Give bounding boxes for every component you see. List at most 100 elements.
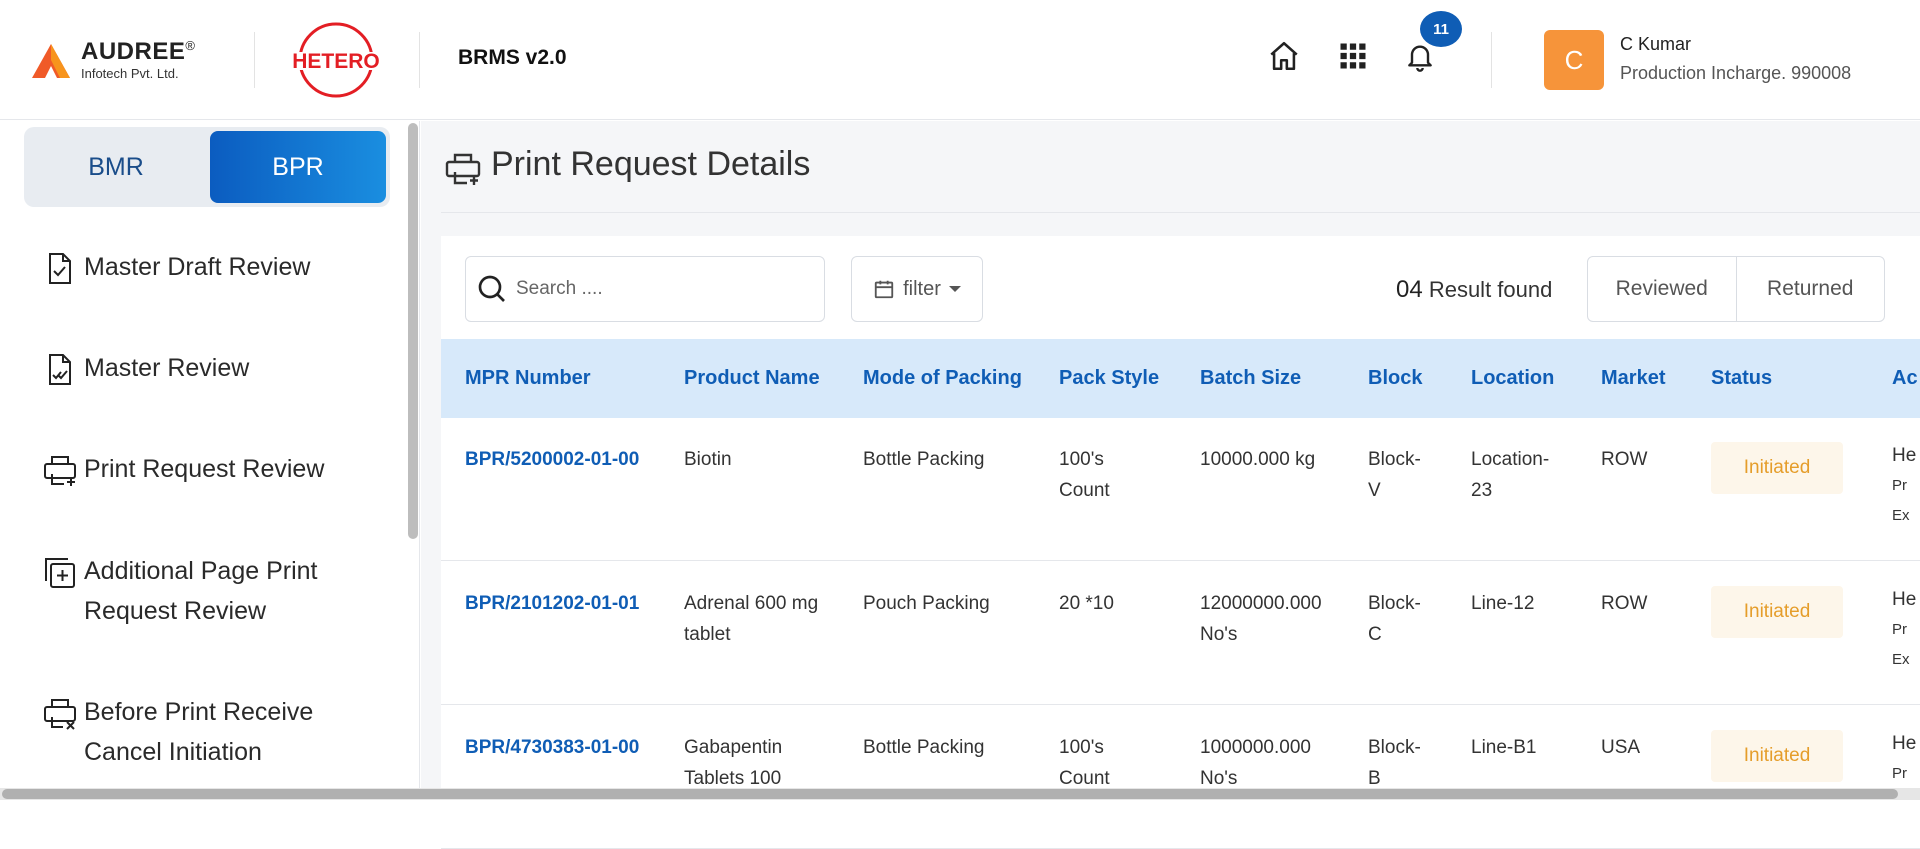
action-text: He: [1892, 589, 1917, 610]
mpr-number-link[interactable]: BPR/2101202-01-01: [465, 588, 639, 619]
sidebar-item-master-review[interactable]: Master Review: [40, 348, 400, 390]
action-text: He: [1892, 445, 1917, 466]
batch-size: 1000000.000 No's: [1200, 737, 1311, 789]
hetero-logo-text: HETERO: [292, 50, 380, 73]
main-content: Print Request Details filter 04 Result f…: [421, 121, 1920, 849]
column-header[interactable]: Pack Style: [1059, 339, 1159, 418]
audree-logo: AUDREE® Infotech Pvt. Ltd.: [30, 36, 230, 86]
product-name: Gabapentin Tablets 100: [684, 737, 783, 789]
product-name: Adrenal 600 mg tablet: [684, 593, 819, 645]
sidebar-item-label: Print Request Review: [84, 455, 325, 483]
pack-style: 20 *10: [1059, 593, 1114, 614]
table-header: MPR Number Product Name Mode of Packing …: [441, 339, 1920, 418]
sidebar-item-additional-page-print-request-review[interactable]: Additional Page Print Request Review: [40, 551, 400, 631]
calendar-icon: [874, 280, 894, 299]
header-divider: [254, 32, 255, 88]
column-header[interactable]: Mode of Packing: [863, 339, 1022, 418]
block: Block-B: [1368, 737, 1421, 789]
search-input[interactable]: [516, 278, 816, 300]
action-cell[interactable]: He Pr Ex: [1892, 584, 1920, 675]
user-role: Production Incharge. 990008: [1620, 63, 1852, 83]
sidebar-item-master-draft-review[interactable]: Master Draft Review: [40, 247, 400, 289]
user-name[interactable]: C Kumar: [1620, 34, 1691, 55]
mode-of-packing: Pouch Packing: [863, 593, 990, 614]
printer-plus-icon: [44, 456, 76, 486]
sidebar-item-label: Before Print Receive Cancel Initiation: [84, 698, 314, 766]
apps-grid-icon[interactable]: [1335, 38, 1371, 74]
segment-reviewed[interactable]: Reviewed: [1588, 257, 1736, 321]
column-header[interactable]: MPR Number: [465, 339, 591, 418]
printer-cancel-icon: [44, 699, 76, 730]
result-count: 04 Result found: [1396, 276, 1552, 304]
action-text: Pr: [1892, 477, 1907, 494]
horizontal-scrollbar[interactable]: [0, 788, 1920, 800]
action-cell[interactable]: He Pr: [1892, 728, 1920, 789]
batch-size: 10000.000 kg: [1200, 449, 1316, 470]
action-text: He: [1892, 733, 1917, 754]
pack-style: 100's Count: [1059, 737, 1110, 789]
table-row: BPR/2101202-01-01 Adrenal 600 mg tablet …: [441, 562, 1920, 705]
location: Line-12: [1471, 593, 1535, 614]
column-header[interactable]: Location: [1471, 339, 1554, 418]
mpr-number-link[interactable]: BPR/5200002-01-00: [465, 444, 639, 475]
hetero-logo: HETERO: [288, 22, 384, 98]
action-text: Pr: [1892, 621, 1907, 638]
sidebar-scrollbar[interactable]: [408, 123, 418, 539]
mode-of-packing: Bottle Packing: [863, 449, 985, 470]
block: Block-C: [1368, 593, 1421, 645]
product-name: Biotin: [684, 449, 732, 470]
action-text: Ex: [1892, 651, 1910, 668]
batch-size: 12000000.000 No's: [1200, 593, 1322, 645]
results-card: filter 04 Result found Reviewed Returned…: [441, 236, 1920, 849]
top-header: AUDREE® Infotech Pvt. Ltd. HETERO BRMS v…: [0, 0, 1920, 120]
status-badge: Initiated: [1711, 586, 1843, 638]
status-segment: Reviewed Returned: [1587, 256, 1885, 322]
market: ROW: [1601, 449, 1648, 470]
column-header[interactable]: Product Name: [684, 339, 820, 418]
action-cell[interactable]: He Pr Ex: [1892, 440, 1920, 531]
location: Line-B1: [1471, 737, 1537, 758]
home-icon[interactable]: [1266, 38, 1302, 74]
app-title: BRMS v2.0: [458, 46, 567, 69]
column-header[interactable]: Batch Size: [1200, 339, 1301, 418]
search-box: [465, 256, 825, 322]
mpr-number-link[interactable]: BPR/4730383-01-00: [465, 732, 639, 763]
copy-plus-icon: [45, 558, 75, 588]
audree-name: AUDREE®: [81, 38, 196, 65]
toggle-bmr[interactable]: BMR: [28, 131, 204, 203]
result-text: Result found: [1428, 277, 1553, 302]
column-header[interactable]: Ac: [1892, 339, 1920, 418]
column-header[interactable]: Block: [1368, 339, 1422, 418]
pack-style: 100's Count: [1059, 449, 1110, 501]
audree-subtitle: Infotech Pvt. Ltd.: [81, 66, 179, 81]
result-number: 04: [1396, 276, 1423, 303]
sidebar-item-label: Master Draft Review: [84, 253, 311, 281]
bmr-bpr-toggle: BMR BPR: [24, 127, 390, 207]
scrollbar-thumb[interactable]: [2, 789, 1898, 799]
action-text: Ex: [1892, 507, 1910, 524]
mode-of-packing: Bottle Packing: [863, 737, 985, 758]
sidebar-item-label: Additional Page Print Request Review: [84, 557, 318, 625]
toggle-bpr[interactable]: BPR: [210, 131, 386, 203]
notification-badge[interactable]: 11: [1418, 9, 1464, 49]
location: Location-23: [1471, 449, 1550, 501]
segment-returned[interactable]: Returned: [1735, 257, 1885, 321]
market: ROW: [1601, 593, 1648, 614]
sidebar: BMR BPR Master Draft Review Master Revie…: [0, 121, 420, 800]
sidebar-item-print-request-review[interactable]: Print Request Review: [40, 449, 400, 491]
action-text: Pr: [1892, 765, 1907, 782]
sidebar-item-label: Master Review: [84, 354, 250, 382]
filter-button[interactable]: filter: [851, 256, 983, 322]
audree-logo-mark: [32, 44, 70, 78]
status-badge: Initiated: [1711, 730, 1843, 782]
header-divider: [1491, 32, 1492, 88]
block: Block-V: [1368, 449, 1421, 501]
chevron-down-icon: [948, 286, 961, 292]
title-divider: [441, 212, 1920, 213]
table-row: BPR/4730383-01-00 Gabapentin Tablets 100…: [441, 706, 1920, 849]
column-header[interactable]: Status: [1711, 339, 1772, 418]
column-header[interactable]: Market: [1601, 339, 1665, 418]
avatar[interactable]: C: [1544, 30, 1604, 90]
sidebar-item-before-print-receive-cancel-initiation[interactable]: Before Print Receive Cancel Initiation: [40, 692, 400, 772]
page-title: Print Request Details: [491, 145, 811, 183]
